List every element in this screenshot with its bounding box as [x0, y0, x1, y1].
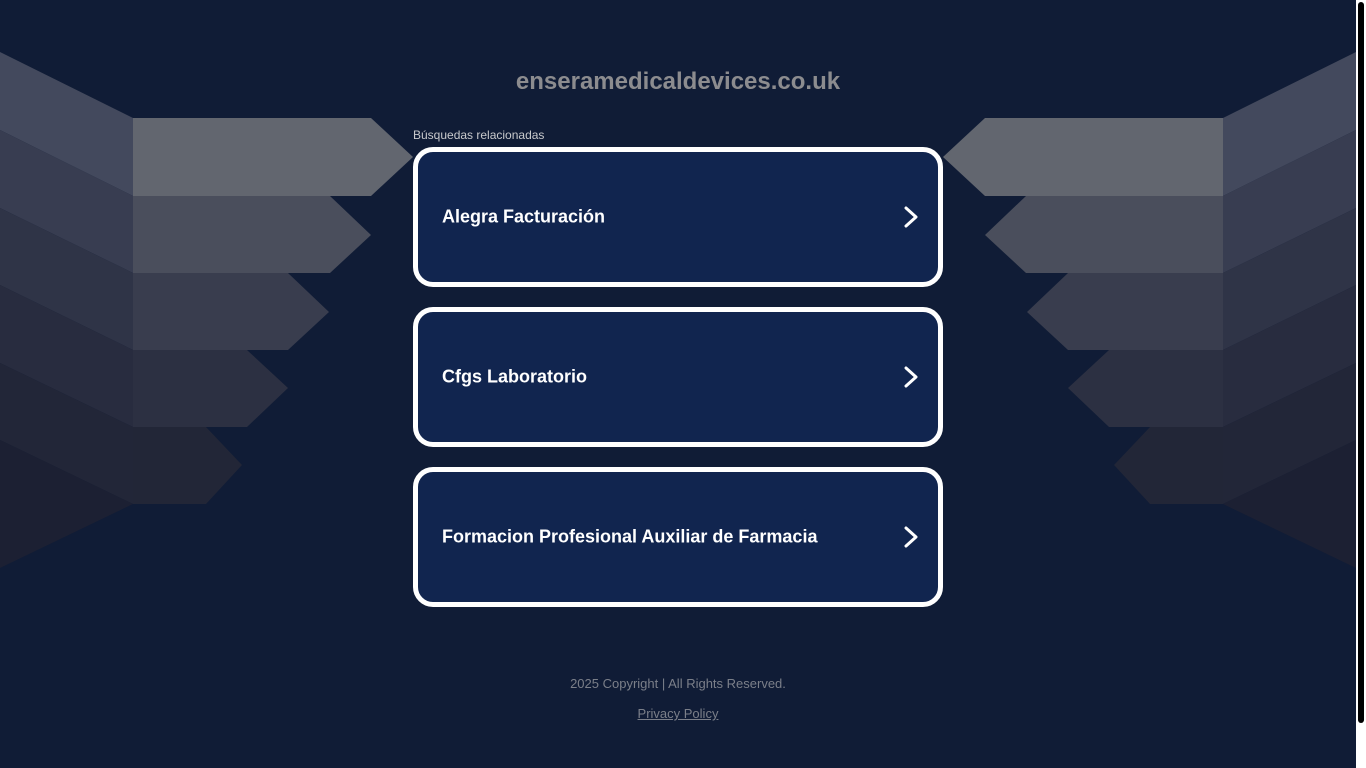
chevron-right-icon [904, 366, 918, 388]
parked-domain-page: enseramedicaldevices.co.uk Búsquedas rel… [0, 0, 1366, 768]
chevron-right-icon [904, 526, 918, 548]
related-link-card[interactable]: Alegra Facturación [413, 147, 943, 287]
scrollbar-thumb[interactable] [1358, 2, 1364, 723]
related-link-card[interactable]: Cfgs Laboratorio [413, 307, 943, 447]
related-searches-label: Búsquedas relacionadas [413, 128, 545, 142]
privacy-policy-link[interactable]: Privacy Policy [638, 706, 719, 721]
related-link-label: Cfgs Laboratorio [442, 366, 588, 387]
vertical-scrollbar[interactable] [1356, 0, 1366, 768]
related-link-card[interactable]: Formacion Profesional Auxiliar de Farmac… [413, 467, 943, 607]
related-link-label: Alegra Facturación [442, 206, 606, 227]
chevron-right-icon [904, 206, 918, 228]
footer-links: Privacy Policy [0, 706, 1356, 721]
domain-title: enseramedicaldevices.co.uk [515, 68, 841, 95]
related-link-label: Formacion Profesional Auxiliar de Farmac… [442, 526, 818, 547]
footer-copyright: 2025 Copyright | All Rights Reserved. [570, 676, 786, 691]
